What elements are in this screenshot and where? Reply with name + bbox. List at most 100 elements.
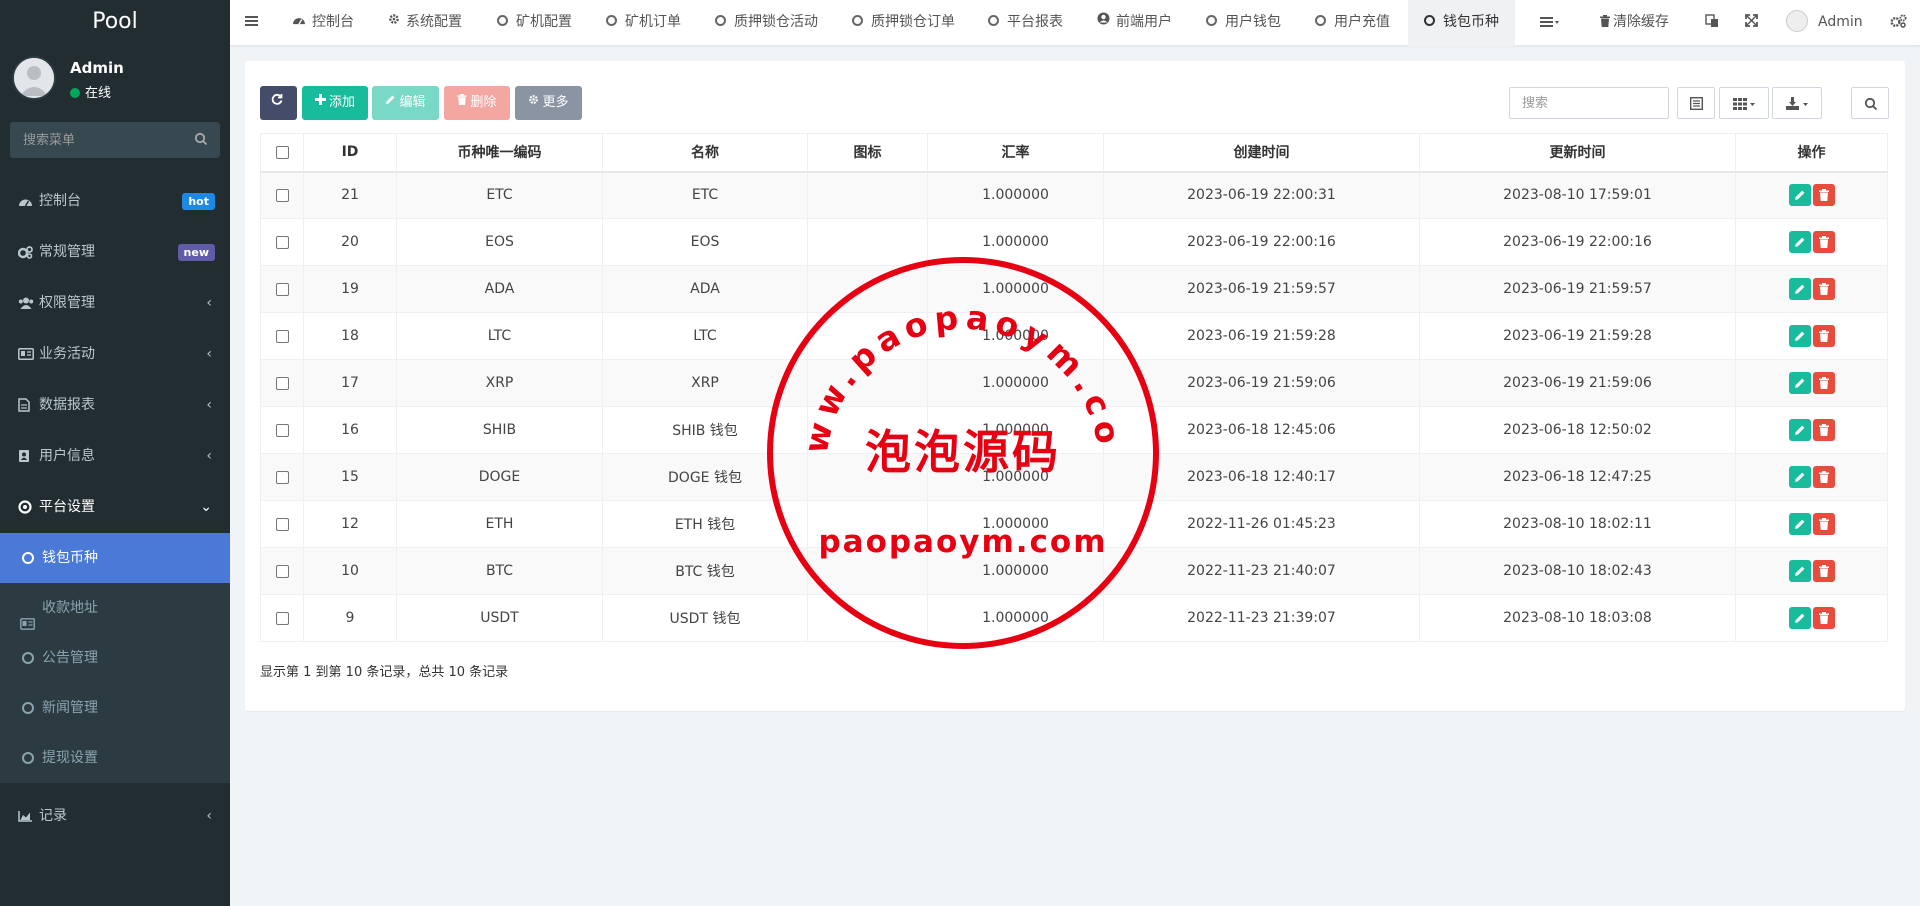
delete-button[interactable]: 删除 [444,86,510,120]
table-row[interactable]: 15 DOGE DOGE 钱包 1.000000 2023-06-18 12:40:17… [260,453,1888,501]
tab-system-config[interactable]: 系统配置 [388,0,462,46]
row-delete-button[interactable] [1812,372,1835,394]
row-checkbox[interactable] [275,329,289,343]
tab-dashboard[interactable]: 控制台 [292,0,354,46]
cell-icon [807,171,928,219]
chevron-left-icon: ‹ [206,295,212,311]
row-checkbox[interactable] [275,611,289,625]
row-edit-button[interactable] [1788,419,1811,441]
tab-miner-orders[interactable]: 矿机订单 [606,0,681,46]
row-edit-button[interactable] [1788,560,1811,582]
export-dropdown-button[interactable] [1772,87,1822,119]
table-row[interactable]: 21 ETC ETC 1.000000 2023-06-19 22:00:31 2023-… [260,171,1888,219]
list-alt-icon [1690,97,1703,110]
column-header-name[interactable]: 名称 [602,133,808,173]
sidebar-search-input[interactable] [10,122,220,158]
table-row[interactable]: 19 ADA ADA 1.000000 2023-06-19 21:59:57 2023-… [260,265,1888,313]
tab-frontend-users[interactable]: 前端用户 [1097,0,1172,46]
table-row[interactable]: 17 XRP XRP 1.000000 2023-06-19 21:59:06 2023-… [260,359,1888,407]
search-icon[interactable] [194,132,208,150]
sidebar-item-dashboard[interactable]: 控制台 hot [0,176,230,227]
row-delete-button[interactable] [1812,184,1835,207]
table-row[interactable]: 18 LTC LTC 1.000000 2023-06-19 21:59:28 2023-… [260,312,1888,360]
row-edit-button[interactable] [1788,372,1811,394]
cell-created: 2023-06-18 12:40:17 [1103,453,1420,501]
table-row[interactable]: 10 BTC BTC 钱包 1.000000 2022-11-23 21:40:07 20… [260,547,1888,595]
row-checkbox[interactable] [275,423,289,437]
row-delete-button[interactable] [1812,325,1835,347]
sidebar-item-reports[interactable]: 数据报表 ‹ [0,380,230,431]
tab-user-wallet[interactable]: 用户钱包 [1206,0,1281,46]
row-delete-button[interactable] [1812,466,1835,488]
column-header-icon[interactable]: 图标 [807,133,928,173]
column-header-created[interactable]: 创建时间 [1103,133,1420,173]
tab-staking-orders[interactable]: 质押锁仓订单 [852,0,955,46]
search-toggle-button[interactable] [1851,87,1889,119]
row-delete-button[interactable] [1812,419,1835,441]
sidebar-item-permissions[interactable]: 权限管理 ‹ [0,278,230,329]
cell-name: BTC 钱包 [602,547,808,595]
row-delete-button[interactable] [1812,231,1835,253]
tab-list-dropdown[interactable] [1540,0,1560,46]
tab-user-recharge[interactable]: 用户充值 [1315,0,1390,46]
sidebar-item-receiving-address[interactable]: 收款地址 [0,583,230,633]
sidebar-item-general[interactable]: 常规管理 new [0,227,230,278]
row-edit-button[interactable] [1788,231,1811,253]
row-checkbox[interactable] [275,235,289,249]
row-edit-button[interactable] [1788,513,1811,535]
row-delete-button[interactable] [1812,278,1835,300]
fullscreen-icon[interactable] [1745,0,1758,46]
row-checkbox[interactable] [275,376,289,390]
sidebar-item-records[interactable]: 记录 ‹ [0,791,230,842]
clear-cache-button[interactable]: 清除缓存 [1600,0,1669,46]
column-header-rate[interactable]: 汇率 [927,133,1104,173]
sidebar-item-wallet-currency[interactable]: 钱包币种 [0,533,230,583]
column-header-code[interactable]: 币种唯一编码 [396,133,603,173]
refresh-button[interactable] [260,86,297,120]
add-button[interactable]: 添加 [302,86,368,120]
table-row[interactable]: 20 EOS EOS 1.000000 2023-06-19 22:00:16 2023-… [260,218,1888,266]
sidebar-item-news[interactable]: 新闻管理 [0,683,230,733]
toggle-view-button[interactable] [1677,87,1715,119]
columns-dropdown-button[interactable] [1719,87,1769,119]
sidebar-item-business[interactable]: 业务活动 ‹ [0,329,230,380]
more-button[interactable]: 更多 [515,86,582,120]
user-name: Admin [70,59,124,77]
cell-code: ADA [396,265,603,313]
sidebar-item-withdraw-settings[interactable]: 提现设置 [0,733,230,783]
row-edit-button[interactable] [1788,325,1811,347]
row-edit-button[interactable] [1788,607,1811,629]
row-checkbox[interactable] [275,517,289,531]
row-checkbox[interactable] [275,282,289,296]
table-row[interactable]: 9 USDT USDT 钱包 1.000000 2022-11-23 21:39:07 2… [260,594,1888,642]
sidebar-item-platform-settings[interactable]: 平台设置 ⌄ [0,482,230,533]
select-all-checkbox[interactable] [275,145,289,159]
table-row[interactable]: 16 SHIB SHIB 钱包 1.000000 2023-06-18 12:45:06… [260,406,1888,454]
row-delete-button[interactable] [1812,560,1835,582]
table-search-input[interactable] [1510,88,1668,118]
edit-button[interactable]: 编辑 [372,86,439,120]
settings-gears-icon[interactable] [1890,0,1907,46]
table-row[interactable]: 12 ETH ETH 钱包 1.000000 2022-11-26 01:45:23 20… [260,500,1888,548]
row-checkbox[interactable] [275,470,289,484]
tab-wallet-currency[interactable]: 钱包币种 [1408,0,1515,46]
row-edit-button[interactable] [1788,278,1811,300]
sidebar-item-announcements[interactable]: 公告管理 [0,633,230,683]
row-checkbox[interactable] [275,564,289,578]
app-logo[interactable]: Pool [0,0,230,47]
sidebar-item-userinfo[interactable]: 用户信息 ‹ [0,431,230,482]
column-header-updated[interactable]: 更新时间 [1419,133,1736,173]
row-delete-button[interactable] [1812,513,1835,535]
row-checkbox[interactable] [275,188,289,202]
cell-code: SHIB [396,406,603,454]
menu-toggle-icon[interactable] [245,14,259,32]
row-delete-button[interactable] [1812,607,1835,629]
tab-miner-config[interactable]: 矿机配置 [497,0,572,46]
tab-platform-report[interactable]: 平台报表 [988,0,1063,46]
admin-user-menu[interactable]: Admin [1786,0,1863,46]
translate-icon[interactable] [1705,0,1719,46]
tab-staking-activity[interactable]: 质押锁仓活动 [715,0,818,46]
row-edit-button[interactable] [1788,184,1811,207]
row-edit-button[interactable] [1788,466,1811,488]
column-header-id[interactable]: ID [303,133,397,173]
